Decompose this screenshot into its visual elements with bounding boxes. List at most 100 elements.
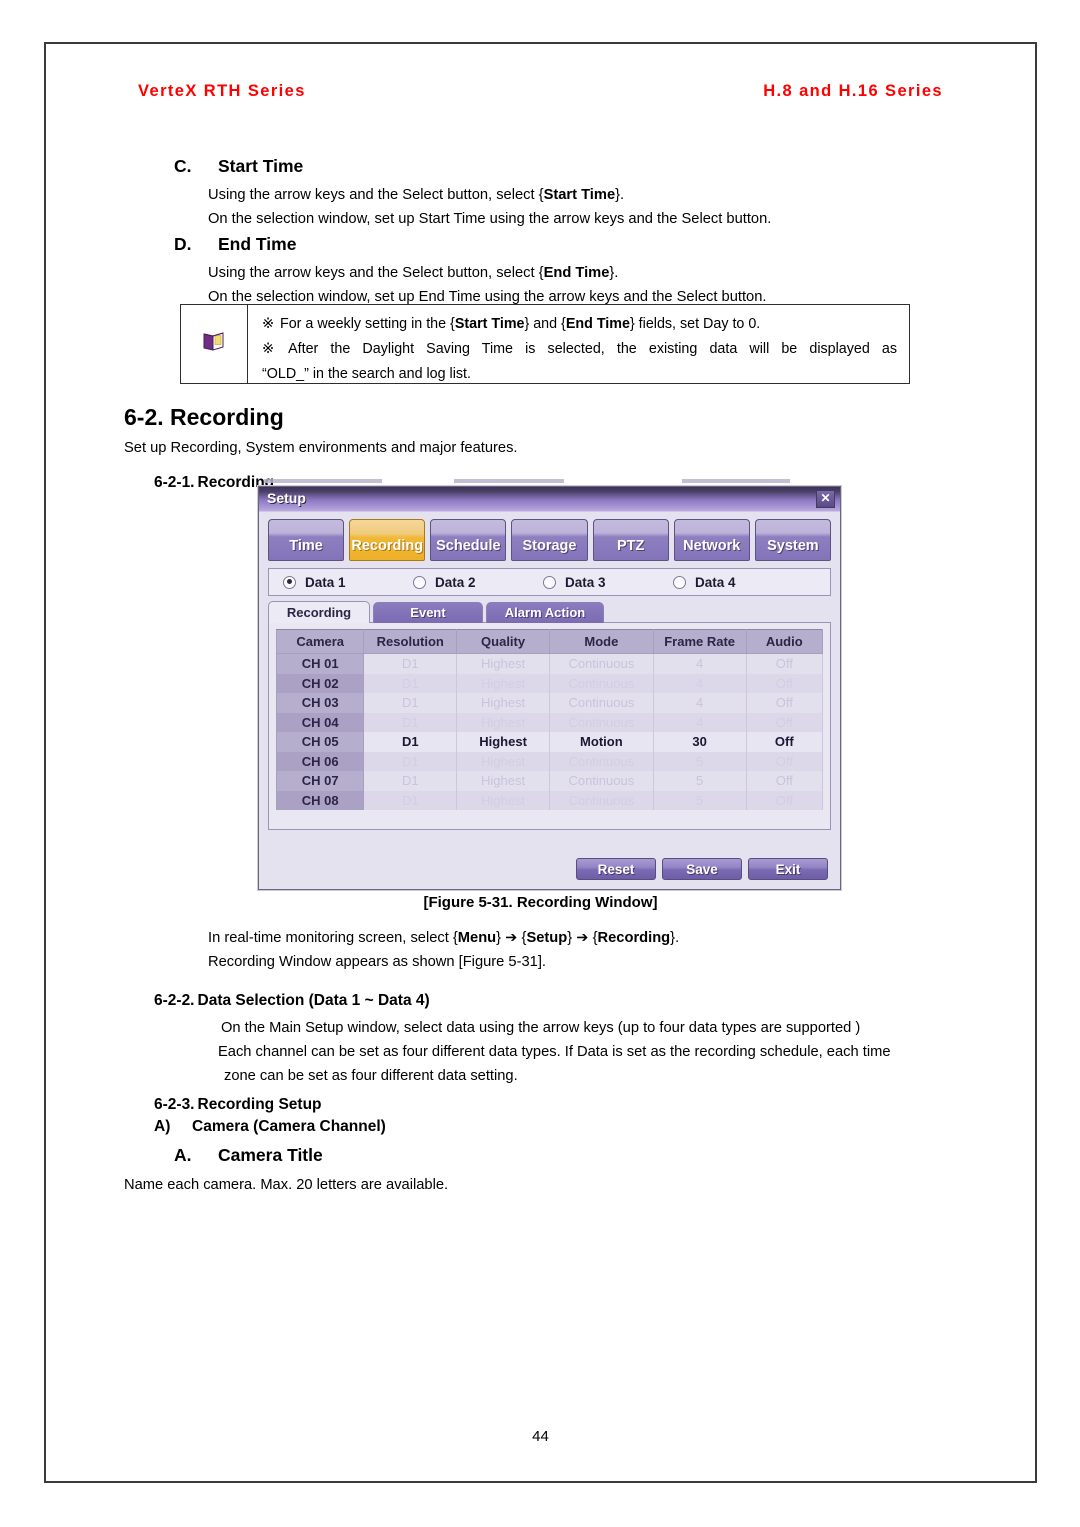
exit-button[interactable]: Exit xyxy=(748,858,828,880)
cell-camera[interactable]: CH 03 xyxy=(275,693,365,713)
cell-resolution[interactable]: D1 xyxy=(363,653,458,674)
subtab-recording[interactable]: Recording xyxy=(268,601,370,623)
radio-data-2-label: Data 2 xyxy=(435,574,476,590)
cell-frame-rate[interactable]: 5 xyxy=(652,771,747,791)
cell-quality[interactable]: Highest xyxy=(456,693,550,713)
note-line-3: “OLD_” in the search and log list. xyxy=(262,366,471,382)
cell-audio[interactable]: Off xyxy=(745,732,824,752)
cell-frame-rate[interactable]: 4 xyxy=(652,673,747,693)
table-row[interactable]: CH 07 D1 Highest Continuous 5 Off xyxy=(275,771,824,791)
paragraph-c-line1: Using the arrow keys and the Select butt… xyxy=(208,183,624,207)
radio-data-2[interactable]: Data 2 xyxy=(399,575,529,590)
radio-data-1-label: Data 1 xyxy=(305,574,346,590)
cell-quality[interactable]: Highest xyxy=(456,653,550,674)
radio-data-4[interactable]: Data 4 xyxy=(659,575,789,590)
cell-resolution[interactable]: D1 xyxy=(363,673,458,693)
cell-audio[interactable]: Off xyxy=(745,751,824,771)
table-row-selected[interactable]: CH 05 D1 Highest Motion 30 Off xyxy=(275,732,824,752)
cell-resolution[interactable]: D1 xyxy=(363,712,458,732)
cell-camera[interactable]: CH 06 xyxy=(275,751,365,771)
cell-camera[interactable]: CH 08 xyxy=(275,790,365,810)
cell-resolution[interactable]: D1 xyxy=(363,771,458,791)
cell-camera[interactable]: CH 02 xyxy=(275,673,365,693)
col-resolution: Resolution xyxy=(363,629,458,654)
tab-storage[interactable]: Storage xyxy=(511,519,588,561)
cell-audio[interactable]: Off xyxy=(745,673,824,693)
tab-schedule[interactable]: Schedule xyxy=(430,519,507,561)
cell-audio[interactable]: Off xyxy=(745,771,824,791)
subtab-alarm-action[interactable]: Alarm Action xyxy=(486,602,604,623)
af-f: Recording xyxy=(597,930,671,946)
cell-frame-rate[interactable]: 5 xyxy=(652,751,747,771)
cell-frame-rate[interactable]: 4 xyxy=(652,653,747,674)
reset-button[interactable]: Reset xyxy=(576,858,656,880)
radio-data-3[interactable]: Data 3 xyxy=(529,575,659,590)
cell-resolution[interactable]: D1 xyxy=(363,790,458,810)
cell-mode[interactable]: Continuous xyxy=(548,771,654,791)
figure-caption: [Figure 5-31. Recording Window] xyxy=(423,894,658,911)
table-row[interactable]: CH 02 D1 Highest Continuous 4 Off xyxy=(275,673,824,693)
cell-quality[interactable]: Highest xyxy=(456,732,550,752)
heading-a-camera-title: A. Camera Title xyxy=(174,1145,323,1166)
tab-network[interactable]: Network xyxy=(673,519,750,561)
cell-camera[interactable]: CH 05 xyxy=(275,732,365,752)
c-line1-post: }. xyxy=(615,187,625,203)
cell-mode[interactable]: Continuous xyxy=(548,712,654,732)
setup-window[interactable]: Setup ✕ Time Recording Schedule Storage … xyxy=(258,486,841,890)
heading-6-2-3-num: 6-2-3. xyxy=(154,1096,195,1113)
cell-audio[interactable]: Off xyxy=(745,712,824,732)
cell-mode[interactable]: Motion xyxy=(548,732,654,752)
table-row[interactable]: CH 03 D1 Highest Continuous 4 Off xyxy=(275,693,824,713)
cell-audio[interactable]: Off xyxy=(745,653,824,674)
cell-camera[interactable]: CH 07 xyxy=(275,771,365,791)
cell-camera[interactable]: CH 01 xyxy=(275,653,365,674)
tab-recording[interactable]: Recording xyxy=(349,519,426,561)
heading-c-text: Start Time xyxy=(218,156,304,176)
heading-d-text: End Time xyxy=(218,234,297,254)
cell-quality[interactable]: Highest xyxy=(456,771,550,791)
cell-resolution[interactable]: D1 xyxy=(363,732,458,752)
note-line1-e: } fields, set Day to 0. xyxy=(629,316,761,332)
save-button[interactable]: Save xyxy=(662,858,742,880)
setup-body: Time Recording Schedule Storage PTZ Netw… xyxy=(259,512,840,889)
heading-d-end-time: D. End Time xyxy=(174,234,296,255)
cell-frame-rate[interactable]: 4 xyxy=(652,712,747,732)
subtab-event[interactable]: Event xyxy=(373,602,483,623)
af-c: } ➔ { xyxy=(496,930,527,946)
cell-quality[interactable]: Highest xyxy=(456,673,550,693)
table-row[interactable]: CH 04 D1 Highest Continuous 4 Off xyxy=(275,712,824,732)
cell-audio[interactable]: Off xyxy=(745,693,824,713)
page-content: VerteX RTH Series H.8 and H.16 Series C.… xyxy=(46,44,1035,1481)
tab-system[interactable]: System xyxy=(754,519,831,561)
c-line1-pre: Using the arrow keys and the Select butt… xyxy=(208,187,544,203)
heading-6-2-3-title: Recording Setup xyxy=(197,1096,322,1113)
header-right-title: H.8 and H.16 Series xyxy=(763,82,943,100)
cell-mode[interactable]: Continuous xyxy=(548,673,654,693)
sub2-line1: On the Main Setup window, select data us… xyxy=(221,1020,861,1036)
radio-data-1[interactable]: Data 1 xyxy=(269,575,399,590)
cell-mode[interactable]: Continuous xyxy=(548,653,654,674)
cell-quality[interactable]: Highest xyxy=(456,790,550,810)
cell-camera[interactable]: CH 04 xyxy=(275,712,365,732)
cell-audio[interactable]: Off xyxy=(745,790,824,810)
col-quality: Quality xyxy=(456,629,550,654)
cell-mode[interactable]: Continuous xyxy=(548,693,654,713)
cell-resolution[interactable]: D1 xyxy=(363,751,458,771)
tab-ptz[interactable]: PTZ xyxy=(592,519,669,561)
table-row[interactable]: CH 08 D1 Highest Continuous 5 Off xyxy=(275,790,824,810)
af-d: Setup xyxy=(526,930,568,946)
radio-dot-icon xyxy=(673,575,686,589)
cell-mode[interactable]: Continuous xyxy=(548,790,654,810)
close-icon[interactable]: ✕ xyxy=(816,490,835,508)
cell-quality[interactable]: Highest xyxy=(456,712,550,732)
table-row[interactable]: CH 01 D1 Highest Continuous 4 Off xyxy=(275,653,824,674)
cell-quality[interactable]: Highest xyxy=(456,751,550,771)
setup-window-title: Setup xyxy=(267,490,306,506)
cell-frame-rate[interactable]: 5 xyxy=(652,790,747,810)
cell-frame-rate[interactable]: 4 xyxy=(652,693,747,713)
table-row[interactable]: CH 06 D1 Highest Continuous 5 Off xyxy=(275,751,824,771)
cell-resolution[interactable]: D1 xyxy=(363,693,458,713)
cell-frame-rate[interactable]: 30 xyxy=(652,732,747,752)
cell-mode[interactable]: Continuous xyxy=(548,751,654,771)
tab-time[interactable]: Time xyxy=(268,519,345,561)
